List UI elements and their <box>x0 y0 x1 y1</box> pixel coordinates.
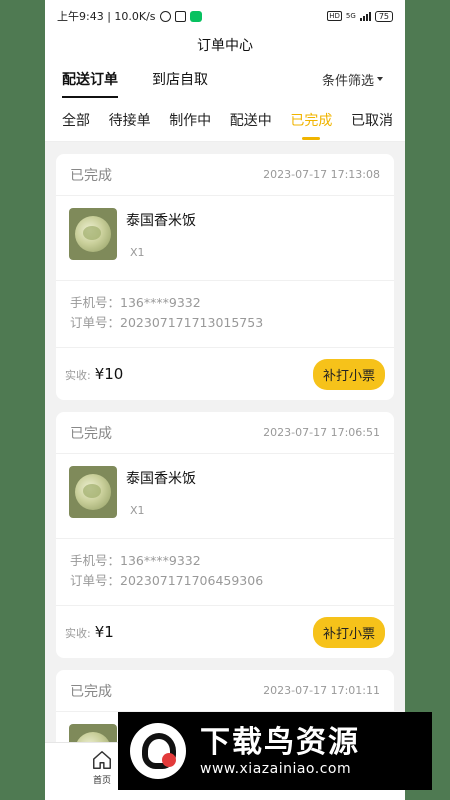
product-qty: X1 <box>130 504 145 517</box>
caret-down-icon <box>377 77 383 81</box>
watermark-banner: 下载鸟资源 www.xiazainiao.com <box>118 712 432 790</box>
hd-badge: HD <box>327 11 342 21</box>
received-amount: 实收: ¥1 <box>65 623 114 641</box>
tab-all[interactable]: 全部 <box>62 110 90 130</box>
tab-pending[interactable]: 待接单 <box>109 110 151 130</box>
app-screen: 上午9:43 | 10.0K/s HD 5G 75 订单中心 配送订单 到店自取… <box>45 0 405 800</box>
received-label: 实收: <box>65 369 91 382</box>
order-card[interactable]: 已完成 2023-07-17 17:13:08 泰国香米饭 X1 手机号： 13… <box>56 154 394 400</box>
order-time: 2023-07-17 17:06:51 <box>263 426 380 439</box>
home-icon <box>93 751 111 769</box>
tab-delivering[interactable]: 配送中 <box>230 110 272 130</box>
watermark-text: 下载鸟资源 www.xiazainiao.com <box>200 725 360 777</box>
order-number-label: 订单号： <box>70 315 121 330</box>
order-number-value: 20230717171301575­3 <box>120 315 264 330</box>
order-list: 已完成 2023-07-17 17:13:08 泰国香米饭 X1 手机号： 13… <box>45 154 405 797</box>
tab-completed[interactable]: 已完成 <box>290 110 332 130</box>
order-time: 2023-07-17 17:01:11 <box>263 684 380 697</box>
order-time: 2023-07-17 17:13:08 <box>263 168 380 181</box>
phone-value: 136****9332 <box>120 553 201 568</box>
tab-delivery-orders[interactable]: 配送订单 <box>62 69 118 98</box>
product-name: 泰国香米饭 <box>126 471 196 487</box>
amount-value: ¥1 <box>94 623 114 641</box>
filter-label: 条件筛选 <box>321 73 374 89</box>
order-contact: 手机号： 136****9332 订单号： 202307171706459306 <box>56 539 394 606</box>
alarm-icon <box>159 10 171 22</box>
order-card-header: 已完成 2023-07-17 17:06:51 <box>56 412 394 454</box>
nav-home[interactable]: 首页 <box>91 749 113 786</box>
order-product: 泰国香米饭 X1 <box>56 196 394 281</box>
order-product: 泰国香米饭 X1 <box>56 454 394 539</box>
page-title: 订单中心 <box>45 32 405 60</box>
order-contact: 手机号： 136****9332 订单号： 20230717171301575­… <box>56 281 394 348</box>
tab-cancelled[interactable]: 已取消 <box>351 110 393 130</box>
tab-preparing[interactable]: 制作中 <box>169 110 211 130</box>
wechat-icon <box>189 10 202 22</box>
watermark-brand: 下载鸟资源 <box>200 725 360 760</box>
product-image <box>69 466 117 518</box>
watermark-logo-icon <box>130 723 186 779</box>
order-footer: 实收: ¥10 补打小票 <box>56 348 394 400</box>
order-card[interactable]: 已完成 2023-07-17 17:06:51 泰国香米饭 X1 手机号： 13… <box>56 412 394 658</box>
order-card-header: 已完成 2023-07-17 17:01:11 <box>56 670 394 712</box>
product-name: 泰国香米饭 <box>126 213 196 229</box>
order-footer: 实收: ¥1 补打小票 <box>56 606 394 658</box>
status-right: HD 5G 75 <box>327 10 393 22</box>
phone-line: 手机号： 136****9332 <box>70 293 380 313</box>
network-label: 5G <box>345 12 356 20</box>
tab-pickup-orders[interactable]: 到店自取 <box>152 69 208 89</box>
signal-icon <box>359 11 371 21</box>
battery-icon: 75 <box>374 10 393 22</box>
order-type-tabs: 配送订单 到店自取 条件筛选 <box>45 60 405 98</box>
app-notification-icon <box>174 10 186 22</box>
watermark-url: www.xiazainiao.com <box>200 761 352 777</box>
product-image <box>69 208 117 260</box>
order-status: 已完成 <box>70 683 112 700</box>
received-label: 实收: <box>65 627 91 640</box>
status-bar: 上午9:43 | 10.0K/s HD 5G 75 <box>45 0 405 32</box>
order-number-value: 202307171706459306 <box>120 573 264 588</box>
reprint-receipt-button[interactable]: 补打小票 <box>312 616 385 648</box>
phone-value: 136****9332 <box>120 295 201 310</box>
time-speed: 上午9:43 | 10.0K/s <box>57 10 156 23</box>
amount-value: ¥10 <box>94 365 124 383</box>
reprint-receipt-button[interactable]: 补打小票 <box>312 358 385 390</box>
phone-label: 手机号： <box>70 553 121 568</box>
order-number-line: 订单号： 202307171706459306 <box>70 571 380 591</box>
filter-dropdown[interactable]: 条件筛选 <box>322 70 383 89</box>
phone-line: 手机号： 136****9332 <box>70 551 380 571</box>
order-status-tabs: 全部 待接单 制作中 配送中 已完成 已取消 <box>45 98 405 142</box>
order-card-header: 已完成 2023-07-17 17:13:08 <box>56 154 394 196</box>
received-amount: 实收: ¥10 <box>65 365 123 383</box>
product-info: 泰国香米饭 X1 <box>126 466 196 518</box>
order-number-label: 订单号： <box>70 573 121 588</box>
order-status: 已完成 <box>70 425 112 442</box>
status-left: 上午9:43 | 10.0K/s <box>57 8 202 24</box>
order-number-line: 订单号： 20230717171301575­3 <box>70 313 380 333</box>
product-qty: X1 <box>130 246 145 259</box>
phone-label: 手机号： <box>70 295 121 310</box>
nav-home-label: 首页 <box>92 776 111 786</box>
order-status: 已完成 <box>70 167 112 184</box>
product-info: 泰国香米饭 X1 <box>126 208 196 260</box>
